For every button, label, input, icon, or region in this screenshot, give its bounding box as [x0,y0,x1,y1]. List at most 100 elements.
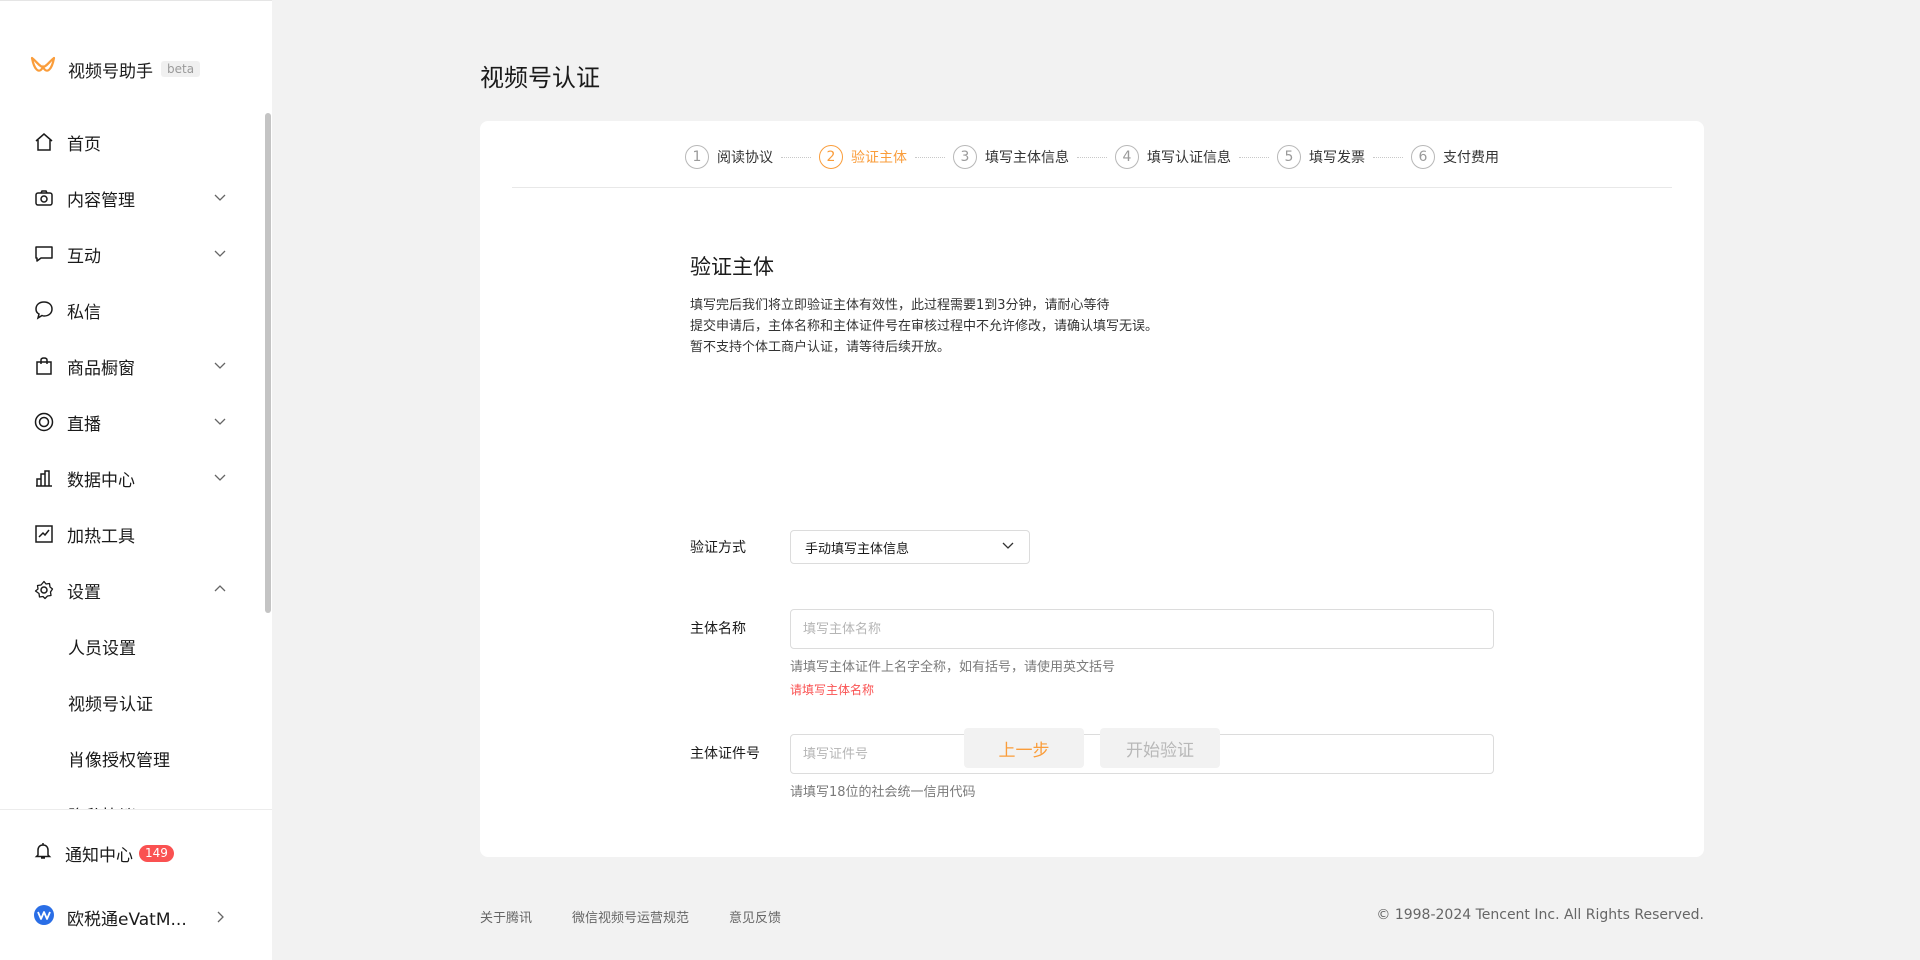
step-connector [1373,156,1403,158]
sidebar-item-content[interactable]: 内容管理 [0,170,264,226]
beta-tag: beta [161,61,201,77]
step-number: 1 [685,145,709,169]
sidebar-item-label: 数据中心 [67,470,135,491]
chevron-up-icon [212,581,228,597]
live-ring-icon [33,411,55,433]
shopping-bag-icon [33,355,55,377]
step-number: 5 [1277,145,1301,169]
sidebar-item-label: 直播 [67,414,101,435]
section-title: 验证主体 [690,255,774,279]
step-label: 填写发票 [1309,150,1365,166]
method-row: 验证方式 手动填写主体信息 [690,530,1030,564]
chevron-right-icon [212,909,228,929]
sidebar-subitem-portrait[interactable]: 肖像授权管理 [0,730,264,786]
step-connector [1077,156,1107,158]
sidebar-item-label: 内容管理 [67,190,135,211]
desc-line: 暂不支持个体工商户认证，请等待后续开放。 [690,340,951,355]
id-row: 主体证件号 请填写18位的社会统一信用代码 [690,734,1494,800]
step-indicator: 1 阅读协议 2 验证主体 3 填写主体信息 4 填写认证信息 5 填写发票 6… [480,141,1704,173]
name-error: 请填写主体名称 [790,683,875,697]
sidebar-item-interaction[interactable]: 互动 [0,226,264,282]
sidebar: 视频号助手 beta 首页 内容管理 互动 私信 商品橱窗 直播 数据中心 加热… [0,0,272,960]
method-select[interactable]: 手动填写主体信息 [790,530,1030,564]
sidebar-item-shop[interactable]: 商品橱窗 [0,338,264,394]
id-label: 主体证件号 [690,746,760,762]
verification-form: 验证主体 填写完后我们将立即验证主体有效性，此过程需要1到3分钟，请耐心等待 提… [690,251,1494,800]
sidebar-item-settings[interactable]: 设置 [0,562,264,618]
copyright: © 1998-2024 Tencent Inc. All Rights Rese… [1376,907,1704,923]
message-bubble-icon [33,299,55,321]
name-hint: 请填写主体证件上名字全称，如有括号，请使用英文括号 [790,660,1116,675]
verification-card: 1 阅读协议 2 验证主体 3 填写主体信息 4 填写认证信息 5 填写发票 6… [480,121,1704,857]
steps-divider [512,187,1672,188]
sidebar-item-label: 首页 [67,134,101,155]
step-label: 阅读协议 [717,150,773,166]
chevron-down-icon [212,469,228,485]
sidebar-item-label: 设置 [67,582,101,603]
name-row: 主体名称 请填写主体证件上名字全称，如有括号，请使用英文括号 请填写主体名称 [690,609,1494,698]
sidebar-item-messages[interactable]: 私信 [0,282,264,338]
gear-icon [33,579,55,601]
step-4: 4 填写认证信息 [1115,145,1231,169]
sidebar-item-label: 私信 [67,302,101,323]
sidebar-item-data[interactable]: 数据中心 [0,450,264,506]
footer-link-rules[interactable]: 微信视频号运营规范 [572,907,689,926]
page-title: 视频号认证 [480,64,600,92]
method-label: 验证方式 [690,540,746,556]
sidebar-item-label: 商品橱窗 [67,358,135,379]
footer-link-feedback[interactable]: 意见反馈 [729,907,781,926]
account-switcher[interactable]: 欧税通eVatM... [0,893,264,941]
step-connector [781,156,811,158]
sidebar-subitem-verification[interactable]: 视频号认证 [0,674,264,730]
step-label: 支付费用 [1443,150,1499,166]
step-5: 5 填写发票 [1277,145,1365,169]
home-icon [33,131,55,153]
chevron-down-icon [212,189,228,205]
method-value: 手动填写主体信息 [805,541,910,557]
sidebar-scrollbar-thumb[interactable] [265,113,271,613]
sidebar-subitem-privacy[interactable]: 隐私协议 [0,786,264,810]
sidebar-item-label: 互动 [67,246,101,267]
name-label: 主体名称 [690,621,746,637]
brand[interactable]: 视频号助手 beta [30,55,201,83]
step-2: 2 验证主体 [819,145,907,169]
sidebar-divider [0,809,272,810]
step-1: 1 阅读协议 [685,145,773,169]
step-number: 6 [1411,145,1435,169]
chevron-down-icon [212,357,228,373]
trend-chart-icon [33,523,55,545]
step-number: 2 [819,145,843,169]
brand-name: 视频号助手 [68,61,153,82]
sidebar-subitem-staff[interactable]: 人员设置 [0,618,264,674]
desc-line: 填写完后我们将立即验证主体有效性，此过程需要1到3分钟，请耐心等待 [690,298,1110,313]
subject-name-input[interactable] [790,609,1494,649]
sidebar-item-home[interactable]: 首页 [0,114,264,170]
sidebar-nav: 首页 内容管理 互动 私信 商品橱窗 直播 数据中心 加热工具 设置 人员设置 … [0,114,264,809]
section-description: 填写完后我们将立即验证主体有效性，此过程需要1到3分钟，请耐心等待 提交申请后，… [690,295,1490,358]
account-name: 欧税通eVatM... [67,909,187,930]
notification-label: 通知中心 [65,845,133,866]
bar-chart-icon [33,467,55,489]
start-verification-button[interactable]: 开始验证 [1100,728,1220,768]
sidebar-item-boost[interactable]: 加热工具 [0,506,264,562]
brand-logo-icon [30,55,56,83]
notification-center[interactable]: 通知中心 149 [0,829,264,877]
chat-square-icon [33,243,55,265]
sidebar-item-label: 加热工具 [67,526,135,547]
sidebar-item-live[interactable]: 直播 [0,394,264,450]
step-number: 4 [1115,145,1139,169]
prev-step-button[interactable]: 上一步 [964,728,1084,768]
step-connector [1239,156,1269,158]
step-3: 3 填写主体信息 [953,145,1069,169]
footer-link-about[interactable]: 关于腾讯 [480,907,532,926]
footer-links: 关于腾讯 微信视频号运营规范 意见反馈 [480,907,821,926]
step-label: 验证主体 [851,150,907,166]
step-label: 填写认证信息 [1147,150,1231,166]
account-avatar-icon [33,904,55,930]
step-6: 6 支付费用 [1411,145,1499,169]
notification-badge: 149 [139,844,174,862]
step-label: 填写主体信息 [985,150,1069,166]
chevron-down-icon [212,413,228,429]
step-connector [915,156,945,158]
desc-line: 提交申请后，主体名称和主体证件号在审核过程中不允许修改，请确认填写无误。 [690,319,1159,334]
